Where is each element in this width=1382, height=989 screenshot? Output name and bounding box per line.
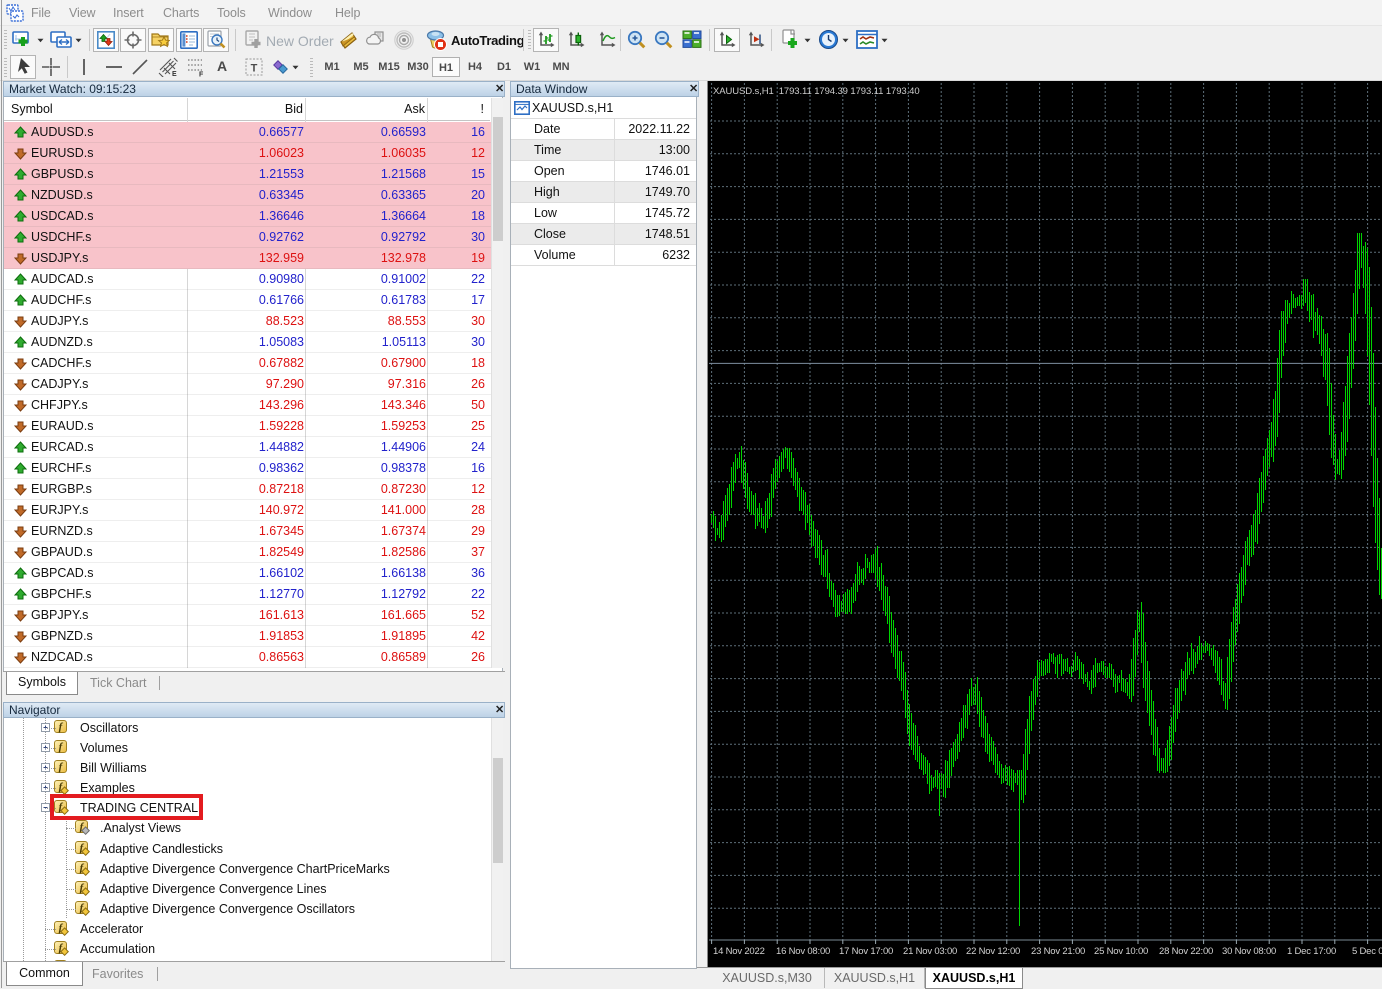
svg-text:E: E bbox=[172, 71, 177, 77]
svg-text:T: T bbox=[251, 63, 258, 75]
svg-text:F: F bbox=[199, 72, 204, 78]
